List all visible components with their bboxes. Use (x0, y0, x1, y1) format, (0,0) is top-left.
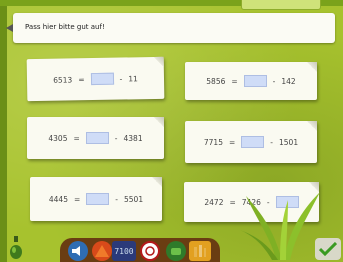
equation-left: 2472 (204, 197, 224, 207)
hat-icon[interactable] (92, 241, 112, 261)
fence-icon[interactable] (189, 241, 211, 261)
equation-operator: - (115, 194, 118, 204)
check-icon (319, 242, 337, 256)
exercise-card: 7715 = - 1501 (185, 121, 317, 163)
clock-text: 7100 (114, 246, 134, 256)
speaker-icon[interactable] (68, 241, 88, 261)
equation-right: 4381 (123, 133, 143, 143)
top-tab (241, 0, 321, 10)
equation-left: 4445 (48, 194, 68, 204)
equation-operator: - (272, 76, 276, 86)
equation-left: 5856 (206, 76, 226, 86)
equation-right: 5501 (124, 194, 144, 204)
equation-right: 11 (128, 73, 138, 83)
speaker-icon[interactable] (6, 24, 13, 32)
equation-operator: - (119, 74, 123, 84)
equation-operator: - (270, 137, 273, 147)
instruction-text: Pass hier bitte gut auf! (25, 23, 105, 31)
answer-input[interactable] (241, 136, 265, 148)
plant-icon (240, 192, 320, 260)
equation-right: 142 (281, 76, 296, 86)
equation-right: 1501 (279, 137, 299, 147)
equation-left: 4305 (48, 133, 68, 143)
exercise-card: 4445 = - 5501 (30, 177, 162, 221)
answer-input[interactable] (243, 75, 267, 87)
equation-left: 6513 (53, 74, 73, 85)
answer-input[interactable] (86, 193, 110, 205)
exercise-card: 6513 = - 11 (26, 56, 165, 102)
help-icon[interactable] (140, 241, 160, 261)
instruction-banner: Pass hier bitte gut auf! (13, 13, 335, 43)
potion-icon[interactable] (9, 236, 23, 260)
answer-input[interactable] (85, 132, 109, 144)
check-button[interactable] (315, 238, 341, 260)
left-frame (0, 0, 7, 262)
hint-icon[interactable] (166, 241, 186, 261)
equation-left: 7715 (203, 137, 223, 147)
answer-input[interactable] (90, 72, 114, 86)
equation-operator: - (114, 133, 118, 143)
exercise-card: 4305 = - 4381 (27, 117, 164, 159)
clock-icon: 7100 (112, 241, 136, 261)
exercise-card: 5856 = - 142 (185, 62, 317, 100)
